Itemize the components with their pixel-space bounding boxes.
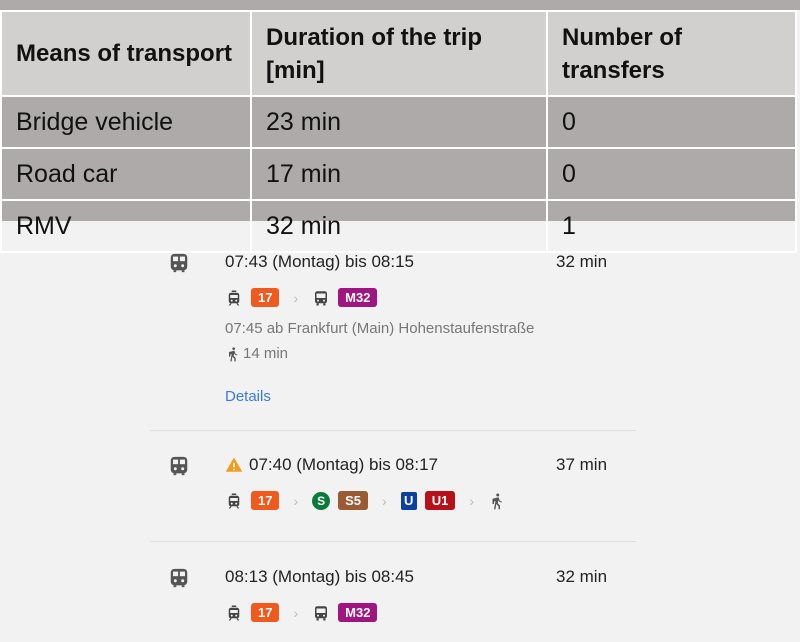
walk-info: 14 min xyxy=(225,345,288,362)
header-duration: Duration of the trip [min] xyxy=(250,10,548,97)
table-row: Bridge vehicle 23 min 0 xyxy=(0,95,797,149)
s-bahn-icon: S xyxy=(312,491,331,510)
trip-time: 07:40 (Montag) bis 08:17 xyxy=(225,455,438,475)
trip-time-text: 07:43 (Montag) bis 08:15 xyxy=(225,252,415,271)
line-badge: 17 xyxy=(251,603,280,622)
table-header-row: Means of transport Duration of the trip … xyxy=(0,10,797,97)
cell-means: Bridge vehicle xyxy=(0,95,252,149)
table-top-band xyxy=(0,0,800,10)
bus-icon xyxy=(312,289,330,307)
details-link[interactable]: Details xyxy=(225,388,271,405)
warning-icon xyxy=(225,456,243,474)
divider xyxy=(150,430,636,431)
train-icon xyxy=(168,252,190,274)
line-badge: S5 xyxy=(338,491,369,510)
line-badge: M32 xyxy=(338,288,378,307)
cell-means: Road car xyxy=(0,147,252,201)
table-row: Road car 17 min 0 xyxy=(0,147,797,201)
trip-option[interactable]: 08:13 (Montag) bis 08:45 32 min 17 › M32 xyxy=(150,567,636,637)
chevron-right-icon: › xyxy=(293,492,299,509)
walk-icon xyxy=(225,346,241,362)
trip-legs: 17 › S S5 › U U1 › xyxy=(225,491,506,510)
chevron-right-icon: › xyxy=(293,289,299,306)
trip-time: 08:13 (Montag) bis 08:45 xyxy=(225,567,414,587)
trip-duration: 32 min xyxy=(556,567,608,586)
u-bahn-icon: U xyxy=(400,491,417,510)
cell-transfers: 0 xyxy=(546,147,797,201)
bus-icon xyxy=(312,604,330,622)
cell-duration: 23 min xyxy=(250,95,548,149)
chevron-right-icon: › xyxy=(382,492,387,509)
trip-legs: 17 › M32 xyxy=(225,603,378,622)
header-transfers: Number of transfers xyxy=(546,10,797,97)
line-badge: 17 xyxy=(251,288,280,307)
walk-duration: 14 min xyxy=(243,345,289,362)
comparison-table: Means of transport Duration of the trip … xyxy=(0,10,797,253)
cell-transfers: 1 xyxy=(546,199,797,253)
train-icon xyxy=(168,567,190,589)
line-badge: 17 xyxy=(251,491,280,510)
departure-info: 07:45 ab Frankfurt (Main) Hohenstaufenst… xyxy=(225,320,535,337)
line-badge: M32 xyxy=(338,603,378,622)
tram-icon xyxy=(225,492,243,510)
trip-option[interactable]: 07:43 (Montag) bis 08:15 32 min 17 › M32… xyxy=(150,252,636,422)
trip-time-text: 08:13 (Montag) bis 08:45 xyxy=(225,567,415,586)
divider xyxy=(150,541,636,542)
tram-icon xyxy=(225,604,243,622)
trip-time-text: 07:40 (Montag) bis 08:17 xyxy=(249,455,439,474)
table-row: RMV 32 min 1 xyxy=(0,199,797,253)
header-means: Means of transport xyxy=(0,10,252,97)
cell-transfers: 0 xyxy=(546,95,797,149)
tram-icon xyxy=(225,289,243,307)
trip-option[interactable]: 07:40 (Montag) bis 08:17 37 min 17 › S S… xyxy=(150,455,636,525)
cell-duration: 32 min xyxy=(250,199,548,253)
trip-legs: 17 › M32 xyxy=(225,288,378,307)
trip-duration: 37 min xyxy=(556,455,608,474)
chevron-right-icon: › xyxy=(469,492,475,509)
walk-icon xyxy=(488,492,506,510)
trip-time: 07:43 (Montag) bis 08:15 xyxy=(225,252,414,272)
cell-means: RMV xyxy=(0,199,252,253)
train-icon xyxy=(168,455,190,477)
trip-duration: 32 min xyxy=(556,252,608,271)
chevron-right-icon: › xyxy=(293,604,299,621)
line-badge: U1 xyxy=(424,491,456,510)
cell-duration: 17 min xyxy=(250,147,548,201)
